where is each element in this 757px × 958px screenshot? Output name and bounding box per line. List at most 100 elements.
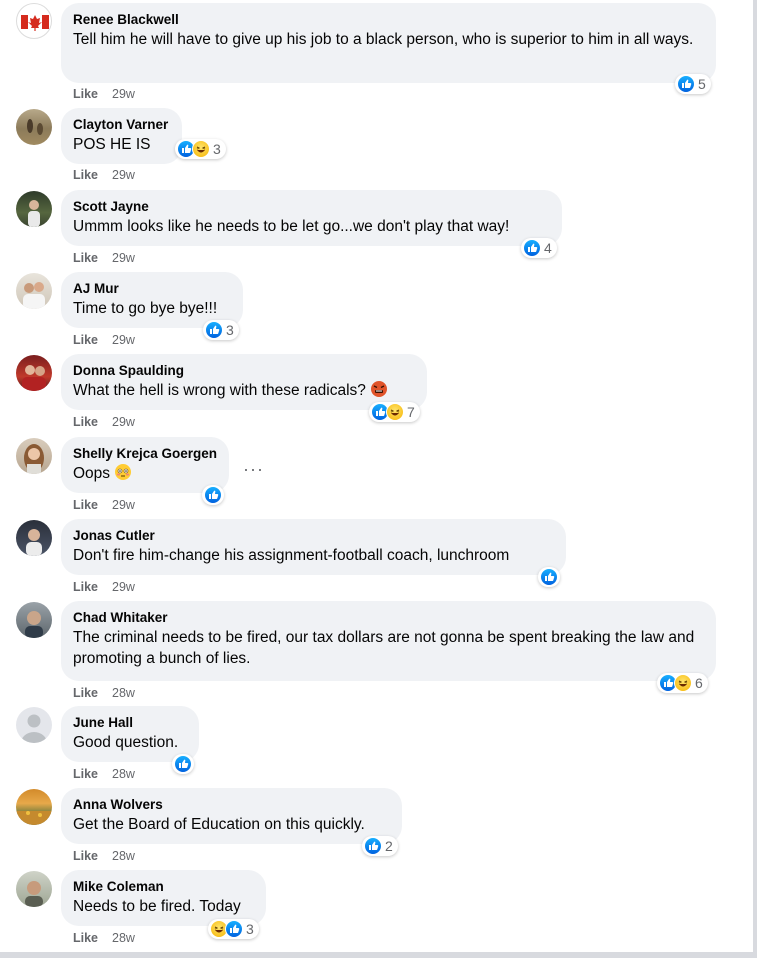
reaction-summary[interactable]: 3	[203, 320, 239, 340]
avatar[interactable]	[16, 3, 52, 39]
reaction-summary[interactable]: 4	[521, 238, 557, 258]
comment-timestamp[interactable]: 29w	[112, 580, 135, 594]
comment-author[interactable]: Donna Spaulding	[73, 362, 415, 380]
like-icon	[204, 486, 222, 504]
like-button[interactable]: Like	[73, 251, 98, 265]
reaction-summary[interactable]	[172, 754, 194, 774]
comment-author[interactable]: Renee Blackwell	[73, 11, 704, 29]
reaction-summary[interactable]	[202, 485, 224, 505]
comment-timestamp[interactable]: 29w	[112, 87, 135, 101]
comment-text: The criminal needs to be fired, our tax …	[73, 629, 695, 667]
comment-text: POS HE IS	[73, 136, 151, 153]
like-icon	[677, 75, 695, 93]
reaction-summary[interactable]: 3	[175, 139, 226, 159]
like-button[interactable]: Like	[73, 580, 98, 594]
comment-bubble: Scott Jayne Ummm looks like he needs to …	[61, 190, 562, 246]
comment-text: Get the Board of Education on this quick…	[73, 816, 365, 833]
reaction-count: 3	[226, 322, 234, 338]
comment-bubble: Shelly Krejca Goergen Oops	[61, 437, 229, 493]
comment-actions: Like 28w	[73, 766, 135, 782]
reaction-count: 3	[246, 921, 254, 937]
haha-icon	[192, 140, 210, 158]
page-bottom-border	[0, 952, 757, 958]
comment-text-content: What the hell is wrong with these radica…	[73, 382, 366, 399]
like-button[interactable]: Like	[73, 498, 98, 512]
comment-author[interactable]: Shelly Krejca Goergen	[73, 445, 217, 463]
comment-timestamp[interactable]: 28w	[112, 686, 135, 700]
comment-text: Time to go bye bye!!!	[73, 300, 218, 317]
reaction-summary[interactable]: 7	[369, 402, 420, 422]
like-icon	[174, 755, 192, 773]
avatar[interactable]	[16, 438, 52, 474]
flushed-face-emoji	[114, 463, 132, 487]
avatar[interactable]	[16, 273, 52, 309]
comment-bubble: Mike Coleman Needs to be fired. Today	[61, 870, 266, 926]
like-button[interactable]: Like	[73, 168, 98, 182]
like-button[interactable]: Like	[73, 415, 98, 429]
comment-text: Tell him he will have to give up his job…	[73, 31, 694, 48]
reaction-count: 7	[407, 404, 415, 420]
comment-timestamp[interactable]: 28w	[112, 767, 135, 781]
comment-timestamp[interactable]: 29w	[112, 251, 135, 265]
comment-actions: Like 28w	[73, 685, 135, 701]
avatar[interactable]	[16, 871, 52, 907]
like-button[interactable]: Like	[73, 686, 98, 700]
reaction-summary[interactable]	[538, 567, 560, 587]
comment-author[interactable]: Clayton Varner	[73, 116, 170, 134]
comment-bubble: Clayton Varner POS HE IS	[61, 108, 182, 164]
comment-author[interactable]: Jonas Cutler	[73, 527, 554, 545]
reaction-summary[interactable]: 3	[208, 919, 259, 939]
like-button[interactable]: Like	[73, 767, 98, 781]
comment-author[interactable]: AJ Mur	[73, 280, 231, 298]
haha-icon	[386, 403, 404, 421]
reaction-summary[interactable]: 2	[362, 836, 398, 856]
comment-actions: Like 29w	[73, 579, 135, 595]
comment-actions: Like 29w	[73, 86, 135, 102]
comment-author[interactable]: Mike Coleman	[73, 878, 254, 896]
comment-bubble: Donna Spaulding What the hell is wrong w…	[61, 354, 427, 410]
comment-text-content: Oops	[73, 465, 111, 482]
like-button[interactable]: Like	[73, 931, 98, 945]
comment-author[interactable]: Chad Whitaker	[73, 609, 704, 627]
comment-timestamp[interactable]: 28w	[112, 849, 135, 863]
avatar[interactable]	[16, 707, 52, 743]
comment-author[interactable]: Scott Jayne	[73, 198, 550, 216]
reaction-summary[interactable]: 5	[675, 74, 711, 94]
like-icon	[364, 837, 382, 855]
comment-author[interactable]: Anna Wolvers	[73, 796, 390, 814]
comment-timestamp[interactable]: 29w	[112, 498, 135, 512]
comment-timestamp[interactable]: 28w	[112, 931, 135, 945]
more-options-button[interactable]: ···	[243, 460, 264, 478]
comment-text: What the hell is wrong with these radica…	[73, 380, 415, 404]
like-button[interactable]: Like	[73, 849, 98, 863]
comment-actions: Like 29w	[73, 250, 135, 266]
haha-icon	[674, 674, 692, 692]
avatar[interactable]	[16, 109, 52, 145]
reaction-count: 3	[213, 141, 221, 157]
like-icon	[225, 920, 243, 938]
comment-bubble: Jonas Cutler Don't fire him-change his a…	[61, 519, 566, 575]
avatar[interactable]	[16, 191, 52, 227]
reaction-count: 4	[544, 240, 552, 256]
comment-text: Ummm looks like he needs to be let go...…	[73, 218, 510, 235]
comment-bubble: Renee Blackwell Tell him he will have to…	[61, 3, 716, 83]
avatar[interactable]	[16, 520, 52, 556]
avatar[interactable]	[16, 355, 52, 391]
avatar[interactable]	[16, 789, 52, 825]
angry-face-emoji	[370, 380, 388, 404]
reaction-count: 5	[698, 76, 706, 92]
comment-text: Oops	[73, 463, 217, 487]
comment-bubble: Chad Whitaker The criminal needs to be f…	[61, 601, 716, 681]
like-button[interactable]: Like	[73, 87, 98, 101]
reaction-summary[interactable]: 6	[657, 673, 708, 693]
like-icon	[205, 321, 223, 339]
comment-actions: Like 28w	[73, 848, 135, 864]
avatar[interactable]	[16, 602, 52, 638]
comment-timestamp[interactable]: 29w	[112, 168, 135, 182]
comment-actions: Like 29w	[73, 414, 135, 430]
comment-timestamp[interactable]: 29w	[112, 415, 135, 429]
reaction-count: 2	[385, 838, 393, 854]
comment-timestamp[interactable]: 29w	[112, 333, 135, 347]
like-button[interactable]: Like	[73, 333, 98, 347]
comment-author[interactable]: June Hall	[73, 714, 187, 732]
